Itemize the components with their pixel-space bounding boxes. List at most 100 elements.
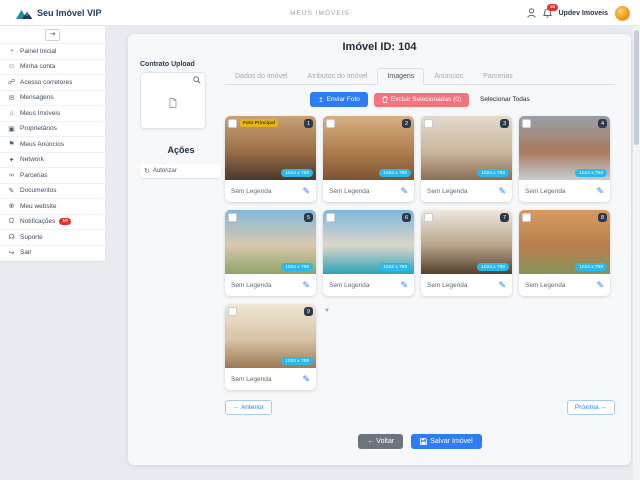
tab-bar: Dados do ImóvelAtributos do ImóvelImagen… [225,68,615,85]
sidebar-item-label: Notificações [20,218,55,225]
photo-number-badge: 8 [598,213,607,222]
photo-thumbnail[interactable]: 3 1024 x 768 [421,116,512,180]
photo-number-badge: 1 [304,119,313,128]
photo-size-badge: 1024 x 768 [477,263,509,271]
photo-thumbnail[interactable]: 5 1024 x 768 [225,210,316,274]
edit-caption-icon[interactable]: ✎ [498,281,506,290]
sidebar-item-suporte[interactable]: ☊ Suporte [0,230,105,246]
sidebar-item-network[interactable]: ✦ Network [0,153,105,169]
photo-caption-row: Sem Legenda ✎ [519,180,610,202]
photo-caption-row: Sem Legenda ✎ [225,274,316,296]
photo-number-badge: 2 [402,119,411,128]
photo-caption: Sem Legenda [525,188,565,195]
edit-caption-icon[interactable]: ✎ [596,187,604,196]
sidebar-item-parcerias[interactable]: ∞ Parcerias [0,168,105,184]
tab-parcerias[interactable]: Parcerias [473,68,523,84]
photo-thumbnail[interactable]: 6 1024 x 768 [323,210,414,274]
photo-checkbox[interactable] [424,213,433,222]
authorize-button[interactable]: ↻ Autorizar [140,164,221,178]
tab-dados-do-imovel[interactable]: Dados do Imóvel [225,68,298,84]
sidebar-item-meus-imoveis[interactable]: ⌂ Meus Imóveis [0,106,105,122]
sidebar-item-minha-conta[interactable]: ☺ Minha conta [0,60,105,76]
photo-size-badge: 1024 x 768 [281,263,313,271]
sidebar-item-icon: ▣ [7,125,16,133]
person-icon[interactable] [527,8,536,18]
tab-anuncios[interactable]: Anúncios [424,68,473,84]
save-property-button[interactable]: Salvar Imóvel [411,434,481,449]
sidebar-item-icon: ◔ [7,48,16,55]
edit-caption-icon[interactable]: ✎ [498,187,506,196]
photo-size-badge: 1024 x 768 [575,263,607,271]
photo-caption: Sem Legenda [329,282,369,289]
edit-caption-icon[interactable]: ✎ [596,281,604,290]
photo-thumbnail[interactable]: 4 1024 x 768 [519,116,610,180]
tab-atributos-do-imovel[interactable]: Atributos do Imóvel [298,68,378,84]
avatar[interactable] [615,6,630,21]
photo-checkbox[interactable] [522,119,531,128]
photo-number-badge: 3 [500,119,509,128]
edit-caption-icon[interactable]: ✎ [302,375,310,384]
photo-size-badge: 1024 x 768 [575,169,607,177]
photo-card: 5 1024 x 768 Sem Legenda ✎ [225,210,316,296]
photo-checkbox[interactable] [326,119,335,128]
sidebar-item-proprietarios[interactable]: ▣ Proprietários [0,122,105,138]
scrollbar-thumb[interactable] [634,30,639,145]
photo-number-badge: 6 [402,213,411,222]
photo-card: 2 1024 x 768 Sem Legenda ✎ [323,116,414,202]
photo-card: 3 1024 x 768 Sem Legenda ✎ [421,116,512,202]
search-icon[interactable] [193,76,201,84]
file-icon [169,98,177,108]
upload-photo-button[interactable]: ↥ Enviar Foto [310,92,368,107]
back-button[interactable]: ← Voltar [358,434,403,449]
photo-checkbox[interactable] [424,119,433,128]
photo-thumbnail[interactable]: 2 1024 x 768 [323,116,414,180]
sidebar-collapse-button[interactable]: ⇥ [45,29,60,41]
select-all-button[interactable]: Selecionar Todas [480,96,530,103]
photo-card: 9 1024 x 768 Sem Legenda ✎ [225,304,316,390]
photo-checkbox[interactable] [522,213,531,222]
delete-selected-button[interactable]: Excluir Selecionadas (0) [374,93,469,107]
photo-thumbnail[interactable]: 8 1024 x 768 [519,210,610,274]
sidebar-item-documentos[interactable]: ✎ Documentos [0,184,105,200]
edit-caption-icon[interactable]: ✎ [400,281,408,290]
sidebar-item-meus-anuncios[interactable]: ⚑ Meus Anúncios [0,137,105,153]
photo-number-badge: 7 [500,213,509,222]
sidebar-item-label: Meus Imóveis [20,110,60,117]
sidebar-item-acesso-corretores[interactable]: ☍ Acesso corretores [0,75,105,91]
photo-checkbox[interactable] [326,213,335,222]
sidebar: ⇥ ◔ Painel Inicial ☺ Minha conta ☍ Acess… [0,26,106,262]
sidebar-item-icon: ⚑ [7,140,16,148]
tab-imagens[interactable]: Imagens [377,68,424,85]
sidebar-item-icon: ⊕ [7,202,16,210]
notifications-bell-icon[interactable]: 10 [543,8,552,18]
photo-thumbnail[interactable]: 9 1024 x 768 [225,304,316,368]
images-toolbar: ↥ Enviar Foto Excluir Selecionadas (0) S… [225,92,615,107]
user-name[interactable]: Updev Imoveis [559,10,608,17]
save-icon [420,438,427,445]
sidebar-item-notificacoes[interactable]: Ω Notificações 10 [0,215,105,231]
photo-checkbox[interactable] [228,119,237,128]
grid-caret-icon[interactable]: ▼ [324,308,330,314]
photo-caption-row: Sem Legenda ✎ [421,180,512,202]
photo-thumbnail[interactable]: Foto Principal 1 1024 x 768 [225,116,316,180]
scrollbar-track[interactable] [633,26,640,480]
contract-upload-dropzone[interactable] [140,72,206,129]
next-page-button[interactable]: Próxima → [567,400,615,415]
sidebar-item-icon: ☺ [7,63,16,70]
photo-checkbox[interactable] [228,307,237,316]
photo-thumbnail[interactable]: 7 1024 x 768 [421,210,512,274]
sidebar-item-meu-website[interactable]: ⊕ Meu website [0,199,105,215]
edit-caption-icon[interactable]: ✎ [400,187,408,196]
edit-caption-icon[interactable]: ✎ [302,281,310,290]
sidebar-item-label: Suporte [20,234,43,241]
sidebar-item-icon: ☍ [7,78,16,86]
sidebar-item-painel-inicial[interactable]: ◔ Painel Inicial [0,44,105,60]
sidebar-item-mensagens[interactable]: ✉ Mensagens [0,91,105,107]
sidebar-item-sair[interactable]: ↪ Sair [0,246,105,262]
sidebar-item-label: Parcerias [20,172,47,179]
previous-page-button[interactable]: ← Anterior [225,400,272,415]
photo-checkbox[interactable] [228,213,237,222]
photo-card: 8 1024 x 768 Sem Legenda ✎ [519,210,610,296]
edit-caption-icon[interactable]: ✎ [302,187,310,196]
photo-size-badge: 1024 x 768 [281,169,313,177]
